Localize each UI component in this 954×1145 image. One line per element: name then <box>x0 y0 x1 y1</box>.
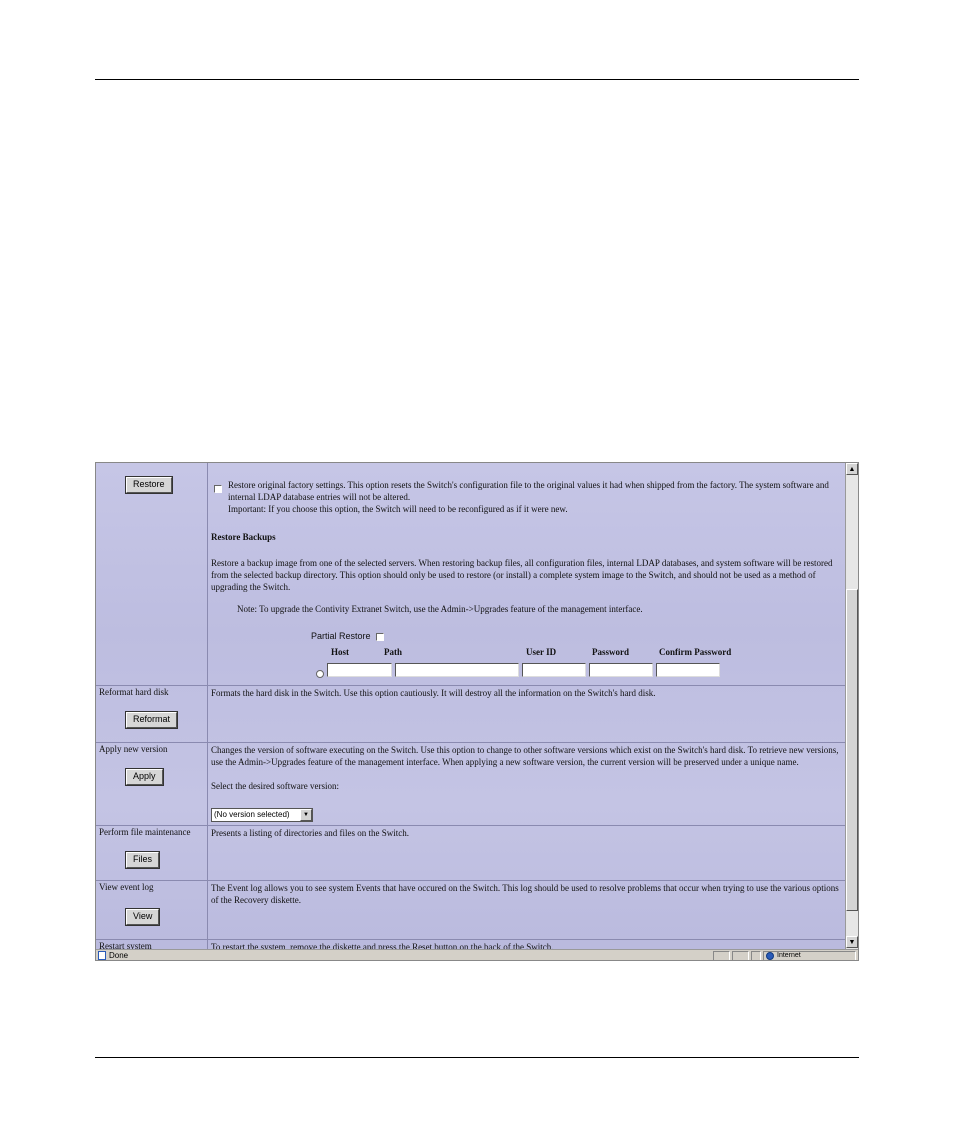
column-header-host: Host <box>331 647 349 657</box>
page-icon <box>98 951 106 960</box>
restore-backups-heading: Restore Backups <box>211 532 276 542</box>
restore-left-cell: Restore <box>96 463 208 685</box>
restore-row: Restore Restore original factory setting… <box>96 463 845 686</box>
globe-icon <box>766 952 774 960</box>
factory-checkbox[interactable] <box>214 480 222 498</box>
apply-button[interactable]: Apply <box>125 768 164 786</box>
zone-pane: Internet <box>763 951 856 960</box>
apply-row: Apply new version Apply Changes the vers… <box>96 743 845 826</box>
status-text: Done <box>109 951 129 960</box>
path-input[interactable] <box>395 663 519 677</box>
arrow-down-icon[interactable]: ▼ <box>846 936 858 948</box>
backup-server-radio[interactable] <box>316 665 324 683</box>
column-header-confirm-password: Confirm Password <box>659 647 732 657</box>
reformat-left-cell: Reformat hard disk Reformat <box>96 686 208 742</box>
apply-title: Apply new version <box>99 744 168 754</box>
zone-text: Internet <box>777 952 801 959</box>
files-text: Presents a listing of directories and fi… <box>211 828 409 838</box>
view-left-cell: View event log View <box>96 881 208 939</box>
upgrade-note: Note: To upgrade the Contivity Extranet … <box>237 604 643 614</box>
partial-restore-label: Partial Restore <box>311 631 371 641</box>
select-version-prompt: Select the desired software version: <box>211 781 339 791</box>
browser-window: Restore Restore original factory setting… <box>95 462 859 961</box>
status-pane-3 <box>751 951 761 960</box>
files-title: Perform file maintenance <box>99 827 191 837</box>
restore-backups-text: Restore a backup image from one of the s… <box>211 558 833 592</box>
restart-row: Restart system To restart the system, re… <box>96 940 845 949</box>
scrollbar-thumb[interactable] <box>846 589 858 911</box>
view-button[interactable]: View <box>124 908 161 926</box>
files-button[interactable]: Files <box>124 851 161 869</box>
factory-text: Restore original factory settings. This … <box>228 480 829 502</box>
view-text: The Event log allows you to see system E… <box>211 883 839 905</box>
view-row: View event log View The Event log allows… <box>96 881 845 940</box>
restart-title: Restart system <box>99 941 152 949</box>
user-id-input[interactable] <box>522 663 586 677</box>
important-text: Important: If you choose this option, th… <box>228 504 568 514</box>
status-pane-1 <box>713 951 730 960</box>
files-row: Perform file maintenance Files Presents … <box>96 826 845 881</box>
vertical-scrollbar[interactable]: ▲ ▼ <box>845 463 858 949</box>
files-left-cell: Perform file maintenance Files <box>96 826 208 880</box>
confirm-password-input[interactable] <box>656 663 720 677</box>
page-viewport: Restore Restore original factory setting… <box>96 463 845 949</box>
restore-button[interactable]: Restore <box>125 476 173 494</box>
version-select-value: (No version selected) <box>214 810 290 819</box>
status-pane-2 <box>732 951 749 960</box>
bottom-rule <box>95 1057 859 1058</box>
reformat-row: Reformat hard disk Reformat Formats the … <box>96 686 845 743</box>
top-rule <box>95 79 859 80</box>
chevron-down-icon[interactable]: ▼ <box>300 809 312 821</box>
column-header-user-id: User ID <box>526 647 557 657</box>
partial-restore: Partial Restore <box>311 631 385 641</box>
column-header-password: Password <box>592 647 630 657</box>
restart-left-cell: Restart system <box>96 940 208 949</box>
column-header-path: Path <box>384 647 402 657</box>
version-select[interactable]: (No version selected) ▼ <box>211 808 313 822</box>
host-input[interactable] <box>327 663 392 677</box>
apply-left-cell: Apply new version Apply <box>96 743 208 825</box>
reformat-button[interactable]: Reformat <box>124 711 179 729</box>
apply-text: Changes the version of software executin… <box>211 745 839 767</box>
password-input[interactable] <box>589 663 653 677</box>
restart-text: To restart the system, remove the disket… <box>211 942 554 949</box>
view-title: View event log <box>99 882 154 892</box>
reformat-title: Reformat hard disk <box>99 687 169 697</box>
status-bar: Done Internet <box>96 949 858 960</box>
arrow-up-icon[interactable]: ▲ <box>846 463 858 475</box>
reformat-text: Formats the hard disk in the Switch. Use… <box>211 688 656 698</box>
partial-restore-checkbox[interactable] <box>376 632 385 641</box>
